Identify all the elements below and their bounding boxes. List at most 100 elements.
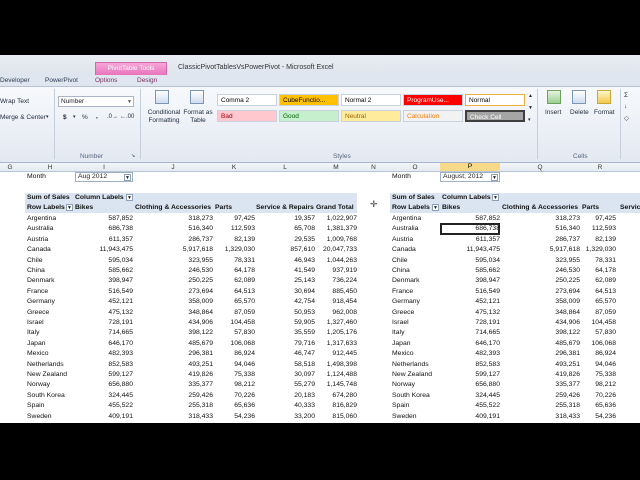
table-cell[interactable]: 419,826 xyxy=(500,370,580,380)
style-bad[interactable]: Bad xyxy=(217,110,277,122)
column-header[interactable]: J xyxy=(133,164,213,171)
table-cell[interactable]: 595,034 xyxy=(75,256,133,266)
table-cell[interactable]: 57,830 xyxy=(580,328,616,338)
table-cell[interactable]: 86,924 xyxy=(213,349,255,359)
left-column-labels[interactable]: Column Labels xyxy=(75,193,124,203)
style-comma-2[interactable]: Comma 2 xyxy=(217,94,277,106)
table-cell[interactable]: 918,454 xyxy=(315,297,357,307)
row-label-country[interactable]: Germany xyxy=(392,297,440,307)
tab-options[interactable]: Options xyxy=(95,77,117,84)
row-label-country[interactable]: Greece xyxy=(392,308,440,318)
table-cell[interactable]: 98,212 xyxy=(213,380,255,390)
table-cell[interactable]: 19,357 xyxy=(255,214,315,224)
style-good[interactable]: Good xyxy=(279,110,339,122)
table-cell[interactable]: 455,522 xyxy=(75,401,133,411)
fill-icon[interactable]: ↓ xyxy=(624,103,627,110)
row-label-country[interactable]: Japan xyxy=(392,339,440,349)
table-cell[interactable]: 78,331 xyxy=(580,256,616,266)
table-cell[interactable]: 246,530 xyxy=(500,266,580,276)
table-cell[interactable]: 87,059 xyxy=(213,308,255,318)
table-cell[interactable]: 611,357 xyxy=(440,235,500,245)
table-cell[interactable]: 29,535 xyxy=(255,235,315,245)
table-cell[interactable]: 348,864 xyxy=(500,308,580,318)
tab-design[interactable]: Design xyxy=(137,77,157,84)
table-cell[interactable]: 25,143 xyxy=(255,276,315,286)
table-cell[interactable]: 398,122 xyxy=(133,328,213,338)
table-cell[interactable]: 65,708 xyxy=(255,224,315,234)
table-cell[interactable]: 78,331 xyxy=(213,256,255,266)
table-cell[interactable]: 857,610 xyxy=(255,245,315,255)
table-cell[interactable]: 475,132 xyxy=(440,308,500,318)
row-label-country[interactable]: Japan xyxy=(27,339,75,349)
table-cell[interactable]: 358,009 xyxy=(500,297,580,307)
table-cell[interactable]: 55,279 xyxy=(255,380,315,390)
table-cell[interactable]: 54,236 xyxy=(580,412,616,422)
row-label-country[interactable]: Austria xyxy=(392,235,440,245)
table-cell[interactable]: 736,224 xyxy=(315,276,357,286)
row-label-country[interactable]: Sweden xyxy=(27,412,75,422)
increase-decimal-icon[interactable]: .0→ xyxy=(107,114,118,120)
table-cell[interactable]: 30,097 xyxy=(255,370,315,380)
format-as-table-button[interactable]: Format as Table xyxy=(183,109,213,125)
row-label-country[interactable]: Spain xyxy=(27,401,75,411)
table-cell[interactable]: 11,943,475 xyxy=(75,245,133,255)
table-cell[interactable]: 686,738 xyxy=(75,224,133,234)
column-header[interactable]: O xyxy=(390,164,440,171)
table-cell[interactable]: 409,191 xyxy=(75,412,133,422)
column-header[interactable]: Q xyxy=(500,164,580,171)
table-cell[interactable]: 97,425 xyxy=(580,214,616,224)
currency-dropdown-icon[interactable]: ▾ xyxy=(73,114,76,120)
table-cell[interactable]: 30,694 xyxy=(255,287,315,297)
table-cell[interactable]: 1,329,030 xyxy=(213,245,255,255)
filter-funnel-icon[interactable]: ▼ xyxy=(491,174,498,181)
table-cell[interactable]: 318,273 xyxy=(500,214,580,224)
table-cell[interactable]: 286,737 xyxy=(133,235,213,245)
table-cell[interactable]: 335,377 xyxy=(133,380,213,390)
table-cell[interactable]: 1,329,030 xyxy=(580,245,616,255)
right-column-labels[interactable]: Column Labels xyxy=(442,193,491,203)
wrap-text-button[interactable]: Wrap Text xyxy=(0,98,29,105)
table-cell[interactable]: 516,549 xyxy=(75,287,133,297)
table-cell[interactable]: 58,518 xyxy=(255,360,315,370)
table-cell[interactable]: 41,549 xyxy=(255,266,315,276)
row-label-country[interactable]: Mexico xyxy=(392,349,440,359)
table-cell[interactable]: 104,458 xyxy=(580,318,616,328)
table-cell[interactable]: 11,943,475 xyxy=(440,245,500,255)
column-header[interactable]: R xyxy=(580,164,620,171)
table-cell[interactable]: 485,679 xyxy=(133,339,213,349)
table-cell[interactable]: 1,009,768 xyxy=(315,235,357,245)
style-programuse[interactable]: ProgramUse... xyxy=(403,94,463,106)
row-label-country[interactable]: Denmark xyxy=(27,276,75,286)
table-cell[interactable]: 318,433 xyxy=(500,412,580,422)
table-cell[interactable]: 516,340 xyxy=(133,224,213,234)
table-cell[interactable]: 409,191 xyxy=(440,412,500,422)
table-cell[interactable]: 1,044,263 xyxy=(315,256,357,266)
table-cell[interactable]: 65,570 xyxy=(213,297,255,307)
table-cell[interactable]: 75,338 xyxy=(213,370,255,380)
table-cell[interactable]: 20,183 xyxy=(255,391,315,401)
style-neutral[interactable]: Neutral xyxy=(341,110,401,122)
row-labels-dropdown-icon[interactable]: ▼ xyxy=(432,204,439,211)
table-cell[interactable]: 97,425 xyxy=(213,214,255,224)
column-header-selected[interactable]: P xyxy=(440,163,500,171)
gallery-scroll-down-icon[interactable]: ▼ xyxy=(528,105,533,111)
insert-icon[interactable] xyxy=(547,90,561,104)
row-label-country[interactable]: Spain xyxy=(392,401,440,411)
table-cell[interactable]: 70,226 xyxy=(580,391,616,401)
active-cell[interactable] xyxy=(440,223,500,235)
table-cell[interactable]: 106,068 xyxy=(580,339,616,349)
row-label-country[interactable]: South Korea xyxy=(392,391,440,401)
table-cell[interactable]: 852,583 xyxy=(75,360,133,370)
table-cell[interactable]: 250,225 xyxy=(133,276,213,286)
table-cell[interactable]: 5,917,618 xyxy=(500,245,580,255)
style-normal[interactable]: Normal xyxy=(465,94,525,106)
table-cell[interactable]: 1,022,907 xyxy=(315,214,357,224)
table-cell[interactable]: 475,132 xyxy=(75,308,133,318)
table-cell[interactable]: 273,694 xyxy=(500,287,580,297)
row-labels-dropdown-icon[interactable]: ▼ xyxy=(66,204,73,211)
row-label-country[interactable]: Greece xyxy=(27,308,75,318)
table-cell[interactable]: 94,046 xyxy=(580,360,616,370)
row-label-country[interactable]: China xyxy=(392,266,440,276)
table-cell[interactable]: 286,737 xyxy=(500,235,580,245)
table-cell[interactable]: 1,317,633 xyxy=(315,339,357,349)
